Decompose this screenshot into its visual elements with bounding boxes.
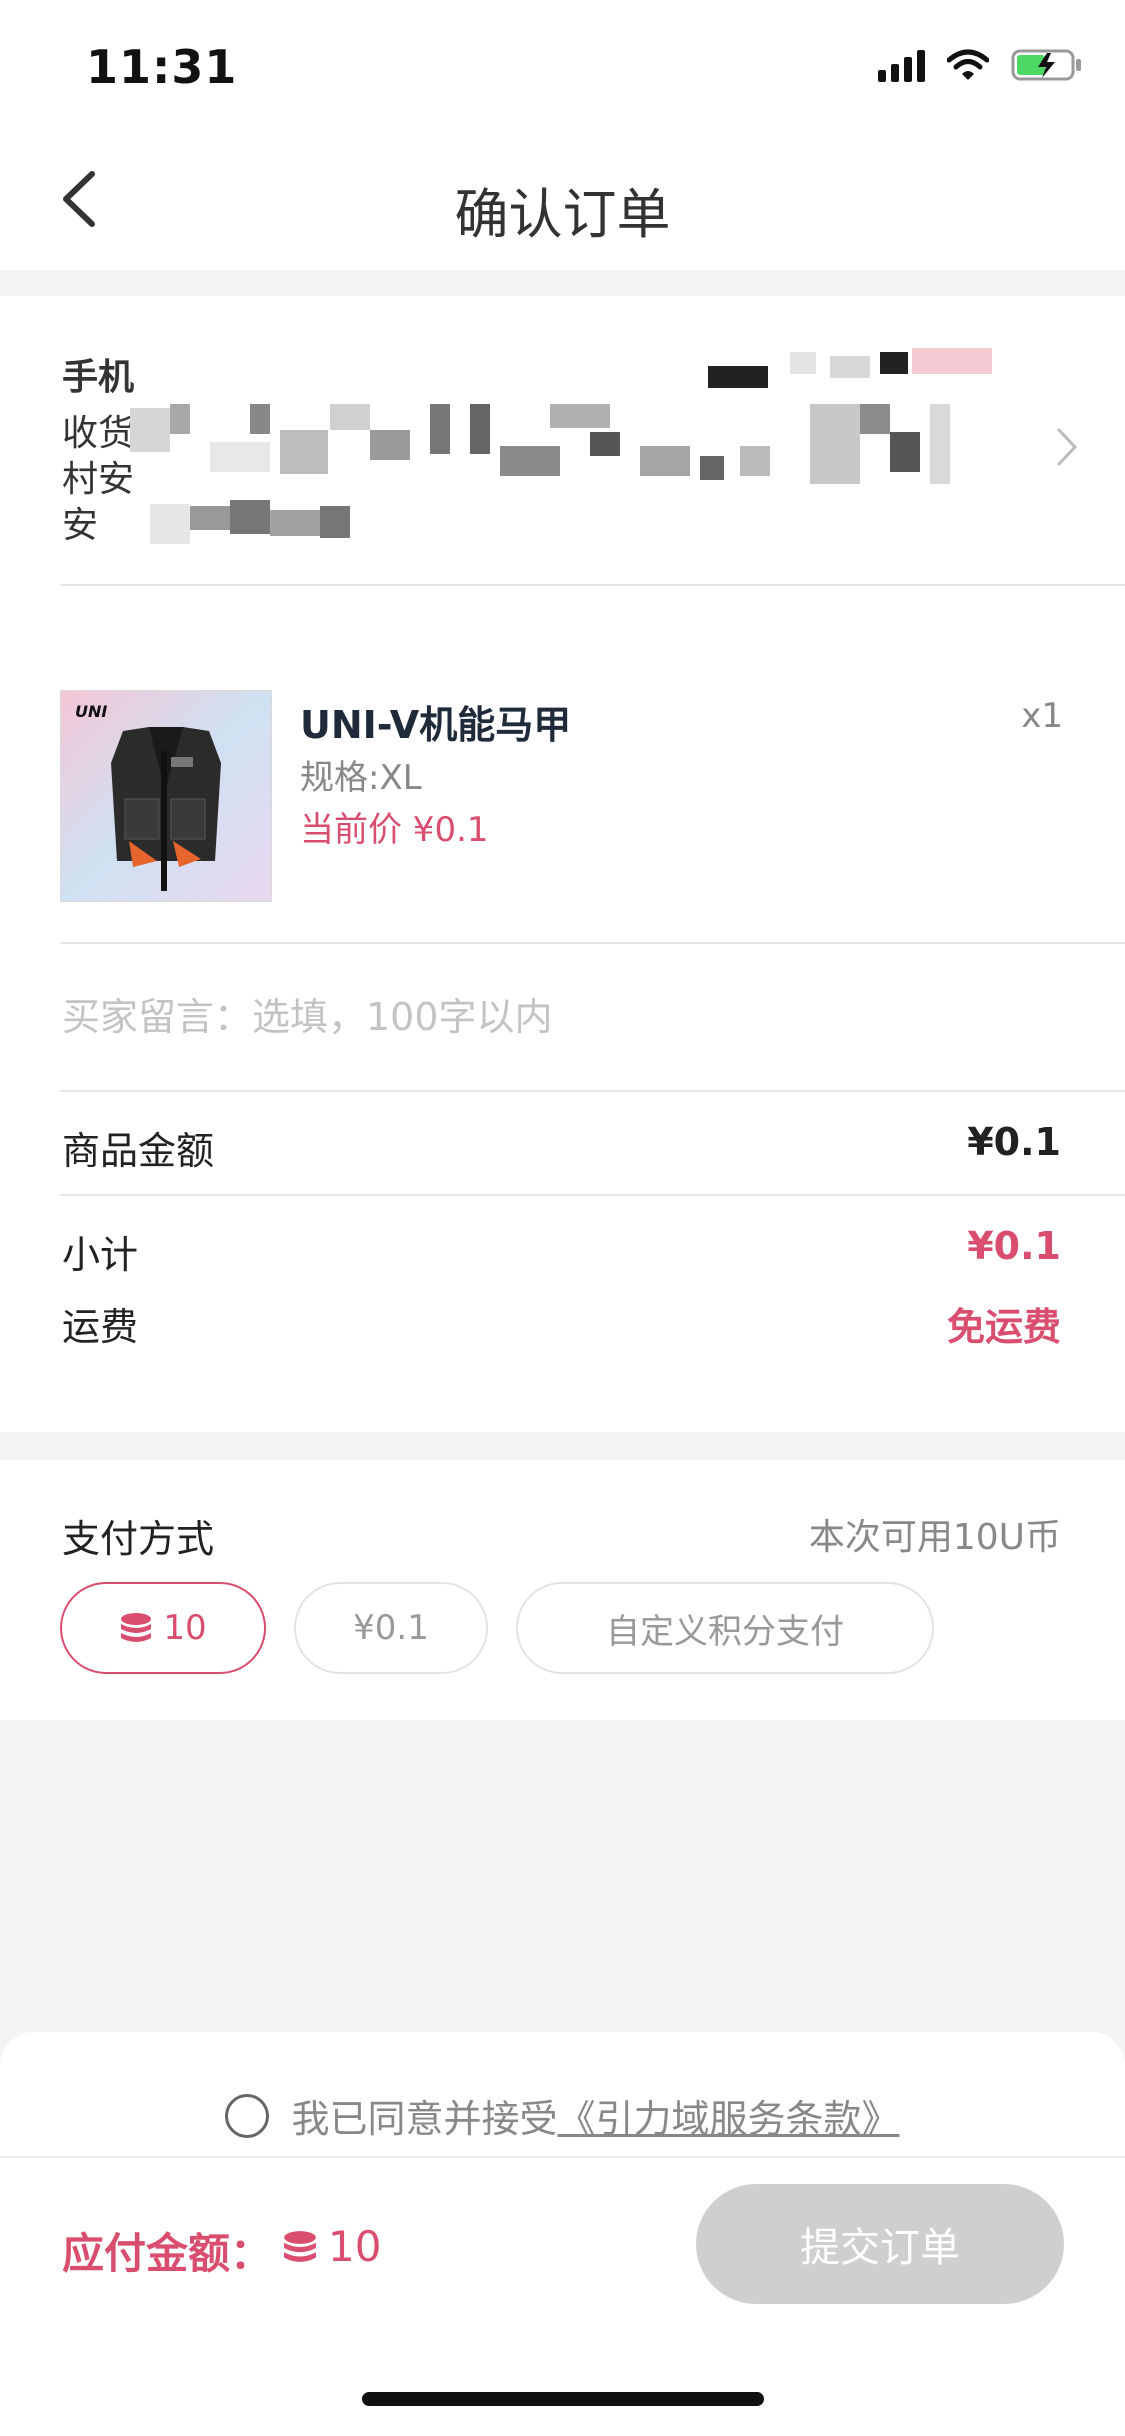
product-divider	[60, 942, 1125, 944]
home-indicator	[362, 2392, 764, 2406]
address-receiver-prefix: 收货	[62, 413, 135, 454]
total-amount: 10	[282, 2222, 381, 2271]
product-spec: 规格:XL	[300, 758, 422, 798]
product-image[interactable]: UNI	[60, 690, 272, 902]
brand-logo: UNI	[75, 702, 107, 721]
product-quantity: x1	[1021, 696, 1063, 736]
pay-option-custom-points[interactable]: 自定义积分支付	[516, 1582, 934, 1674]
buyer-remark-input[interactable]: 买家留言：选填，100字以内	[62, 986, 553, 1041]
goods-amount-value: ¥0.1	[967, 1120, 1061, 1164]
battery-charging-icon	[1011, 49, 1081, 81]
summary-divider	[60, 1194, 1125, 1196]
wifi-icon	[947, 49, 989, 80]
status-bar: 11:31	[0, 0, 1125, 130]
terms-link[interactable]: 《引力域服务条款》	[558, 2088, 900, 2143]
payment-method-card: 支付方式 本次可用10U币 10 ¥0.1 自定义积分支付	[0, 1460, 1125, 1720]
checkout-bottom-bar: 我已同意并接受 《引力域服务条款》 应付金额： 10 提交订单	[0, 2032, 1125, 2436]
pay-option-coins[interactable]: 10	[60, 1582, 266, 1674]
available-coins-note: 本次可用10U币	[808, 1517, 1061, 1558]
total-amount-value: 10	[328, 2222, 382, 2271]
confirm-order-page: 11:31 确认订单 手机 收货 村安 安 UNI UNI-V机能马甲 x1 规…	[0, 0, 1125, 2436]
submit-order-button[interactable]: 提交订单	[696, 2184, 1064, 2304]
chevron-right-icon	[1057, 428, 1078, 466]
address-line4-prefix: 安	[62, 505, 99, 546]
remark-divider	[60, 1090, 1125, 1092]
pay-option-cash-label: ¥0.1	[353, 1608, 429, 1648]
product-price: 当前价 ¥0.1	[300, 810, 489, 850]
page-title: 确认订单	[454, 183, 671, 246]
pay-option-coins-label: 10	[163, 1608, 207, 1648]
pay-option-custom-label: 自定义积分支付	[606, 1611, 844, 1652]
terms-agreement-row: 我已同意并接受 《引力域服务条款》	[0, 2088, 1125, 2143]
subtotal-value: ¥0.1	[967, 1224, 1061, 1268]
goods-amount-label: 商品金额	[62, 1129, 215, 1173]
shipping-label: 运费	[62, 1305, 139, 1349]
nav-bar: 确认订单	[0, 130, 1125, 270]
coin-stack-icon	[121, 1613, 152, 1642]
subtotal-label: 小计	[62, 1233, 139, 1277]
pay-option-cash[interactable]: ¥0.1	[294, 1582, 488, 1674]
address-village-prefix: 村安	[62, 459, 135, 500]
shipping-value: 免运费	[946, 1305, 1061, 1349]
total-label: 应付金额：	[62, 2229, 273, 2278]
status-icons	[878, 48, 1083, 82]
product-name: UNI-V机能马甲	[300, 703, 572, 747]
status-time: 11:31	[86, 40, 238, 94]
order-items-card: UNI UNI-V机能马甲 x1 规格:XL 当前价 ¥0.1 买家留言：选填，…	[0, 586, 1125, 1432]
coin-stack-icon	[284, 2230, 316, 2262]
terms-agree-text: 我已同意并接受	[291, 2097, 558, 2141]
terms-checkbox[interactable]	[225, 2093, 270, 2138]
cellular-signal-icon	[878, 48, 925, 82]
bottom-divider	[0, 2156, 1125, 2158]
address-phone-prefix: 手机	[62, 357, 135, 398]
payment-method-title: 支付方式	[62, 1517, 215, 1561]
address-card[interactable]: 手机 收货 村安 安	[0, 296, 1125, 586]
